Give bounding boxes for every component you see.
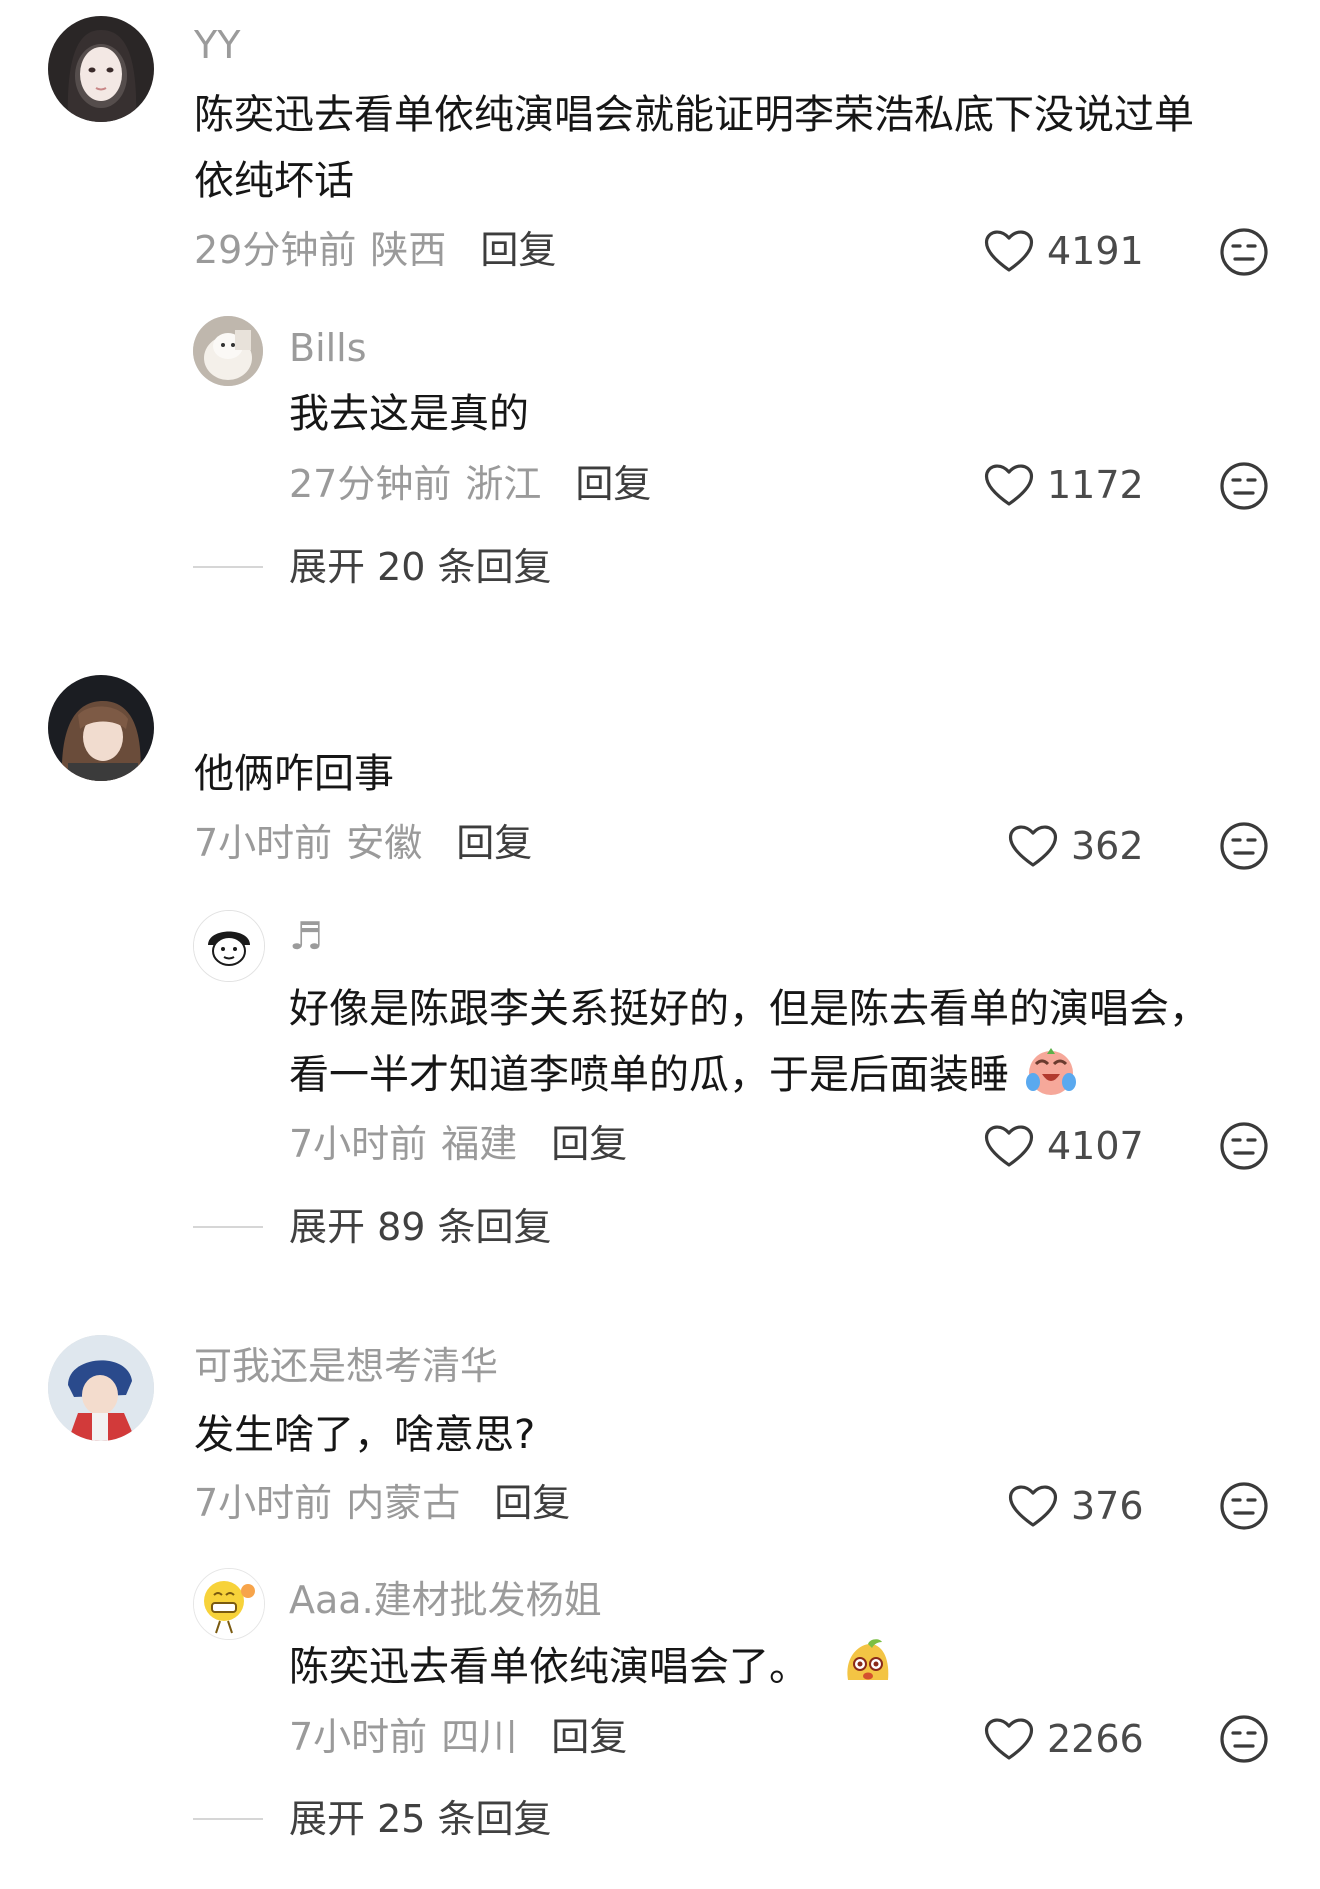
expand-replies-button[interactable]: 展开 89 条回复 — [193, 1208, 552, 1246]
crying-laugh-emoji — [1025, 1048, 1076, 1095]
comment-username[interactable]: YY — [194, 26, 240, 64]
comment-meta: 7小时前 安徽 回复 — [194, 824, 532, 862]
reply-meta: 27分钟前 浙江 回复 — [289, 465, 651, 503]
reply-location: 四川 — [441, 1715, 518, 1759]
reply-username[interactable]: Aaa.建材批发杨姐 — [289, 1581, 602, 1619]
heart-outline-icon — [983, 462, 1035, 508]
reply-location: 福建 — [441, 1122, 518, 1166]
like-count: 362 — [1071, 824, 1144, 868]
dislike-button[interactable] — [1218, 1713, 1270, 1765]
like-count: 4191 — [1047, 229, 1144, 273]
reply-text-content: 陈奕迅去看单依纯演唱会了。 — [289, 1644, 809, 1690]
like-count: 4107 — [1047, 1124, 1144, 1168]
comment-time: 7小时前 — [194, 1481, 333, 1525]
like-count: 376 — [1071, 1484, 1144, 1528]
comment-location: 陕西 — [370, 228, 447, 272]
heart-outline-icon — [1007, 1483, 1059, 1529]
avatar[interactable] — [193, 910, 265, 982]
comment-text-line: 他俩咋回事 — [194, 751, 394, 797]
dislike-button[interactable] — [1218, 226, 1270, 278]
comment-username[interactable]: 可我还是想考清华 — [194, 1347, 498, 1385]
cute-animal-emoji — [847, 1639, 889, 1680]
like-count: 1172 — [1047, 463, 1144, 507]
expand-replies-label: 展开 25 条回复 — [289, 1797, 552, 1841]
comment-time: 29分钟前 — [194, 228, 357, 272]
expand-replies-label: 展开 89 条回复 — [289, 1205, 552, 1249]
avatar[interactable] — [48, 675, 154, 781]
like-count: 2266 — [1047, 1717, 1144, 1761]
divider — [193, 1818, 263, 1820]
dislike-button[interactable] — [1218, 1120, 1270, 1172]
reply-username[interactable]: Bills — [289, 329, 367, 367]
neutral-face-icon — [1218, 1120, 1270, 1172]
reply-button[interactable]: 回复 — [551, 1715, 627, 1759]
reply-button[interactable]: 回复 — [480, 228, 556, 272]
reply-meta: 7小时前 四川 回复 — [289, 1718, 627, 1756]
reply-text-line: 看一半才知道李喷单的瓜，于是后面装睡 — [289, 1042, 1078, 1108]
comment-text-line: 发生啥了，啥意思? — [194, 1412, 536, 1458]
expand-replies-button[interactable]: 展开 25 条回复 — [193, 1800, 552, 1838]
avatar[interactable] — [193, 316, 263, 386]
dislike-button[interactable] — [1218, 460, 1270, 512]
comment-time: 7小时前 — [194, 821, 333, 865]
comment-text-line: 依纯坏话 — [194, 158, 354, 204]
reply-text-line: 我去这是真的 — [289, 391, 529, 437]
like-button[interactable]: 376 — [1007, 1483, 1144, 1529]
neutral-face-icon — [1218, 460, 1270, 512]
comment-location: 安徽 — [346, 821, 423, 865]
heart-outline-icon — [983, 1123, 1035, 1169]
neutral-face-icon — [1218, 1713, 1270, 1765]
like-button[interactable]: 4191 — [983, 228, 1144, 274]
neutral-face-icon — [1218, 226, 1270, 278]
dislike-button[interactable] — [1218, 1480, 1270, 1532]
comment-meta: 29分钟前 陕西 回复 — [194, 231, 556, 269]
reply-location: 浙江 — [465, 462, 542, 506]
reply-text-line: 陈奕迅去看单依纯演唱会了。 — [289, 1634, 894, 1700]
avatar[interactable] — [193, 1568, 265, 1640]
reply-button[interactable]: 回复 — [494, 1481, 570, 1525]
comment-location: 内蒙古 — [346, 1481, 461, 1525]
reply-button[interactable]: 回复 — [551, 1122, 627, 1166]
expand-replies-label: 展开 20 条回复 — [289, 545, 552, 589]
avatar[interactable] — [48, 16, 154, 122]
heart-outline-icon — [1007, 823, 1059, 869]
reply-username[interactable]: ♬ — [289, 917, 323, 955]
reply-time: 7小时前 — [289, 1122, 428, 1166]
heart-outline-icon — [983, 228, 1035, 274]
reply-time: 7小时前 — [289, 1715, 428, 1759]
reply-button[interactable]: 回复 — [456, 821, 532, 865]
like-button[interactable]: 1172 — [983, 462, 1144, 508]
comment-meta: 7小时前 内蒙古 回复 — [194, 1484, 570, 1522]
like-button[interactable]: 4107 — [983, 1123, 1144, 1169]
reply-time: 27分钟前 — [289, 462, 452, 506]
expand-replies-button[interactable]: 展开 20 条回复 — [193, 548, 552, 586]
heart-outline-icon — [983, 1716, 1035, 1762]
like-button[interactable]: 2266 — [983, 1716, 1144, 1762]
divider — [193, 566, 263, 568]
comment-text-line: 陈奕迅去看单依纯演唱会就能证明李荣浩私底下没说过单 — [194, 92, 1194, 138]
reply-button[interactable]: 回复 — [575, 462, 651, 506]
divider — [193, 1226, 263, 1228]
dislike-button[interactable] — [1218, 820, 1270, 872]
reply-text-line: 好像是陈跟李关系挺好的，但是陈去看单的演唱会， — [289, 986, 1209, 1032]
neutral-face-icon — [1218, 1480, 1270, 1532]
avatar[interactable] — [48, 1335, 154, 1441]
reply-meta: 7小时前 福建 回复 — [289, 1125, 627, 1163]
like-button[interactable]: 362 — [1007, 823, 1144, 869]
neutral-face-icon — [1218, 820, 1270, 872]
reply-text-content: 看一半才知道李喷单的瓜，于是后面装睡 — [289, 1052, 1009, 1098]
